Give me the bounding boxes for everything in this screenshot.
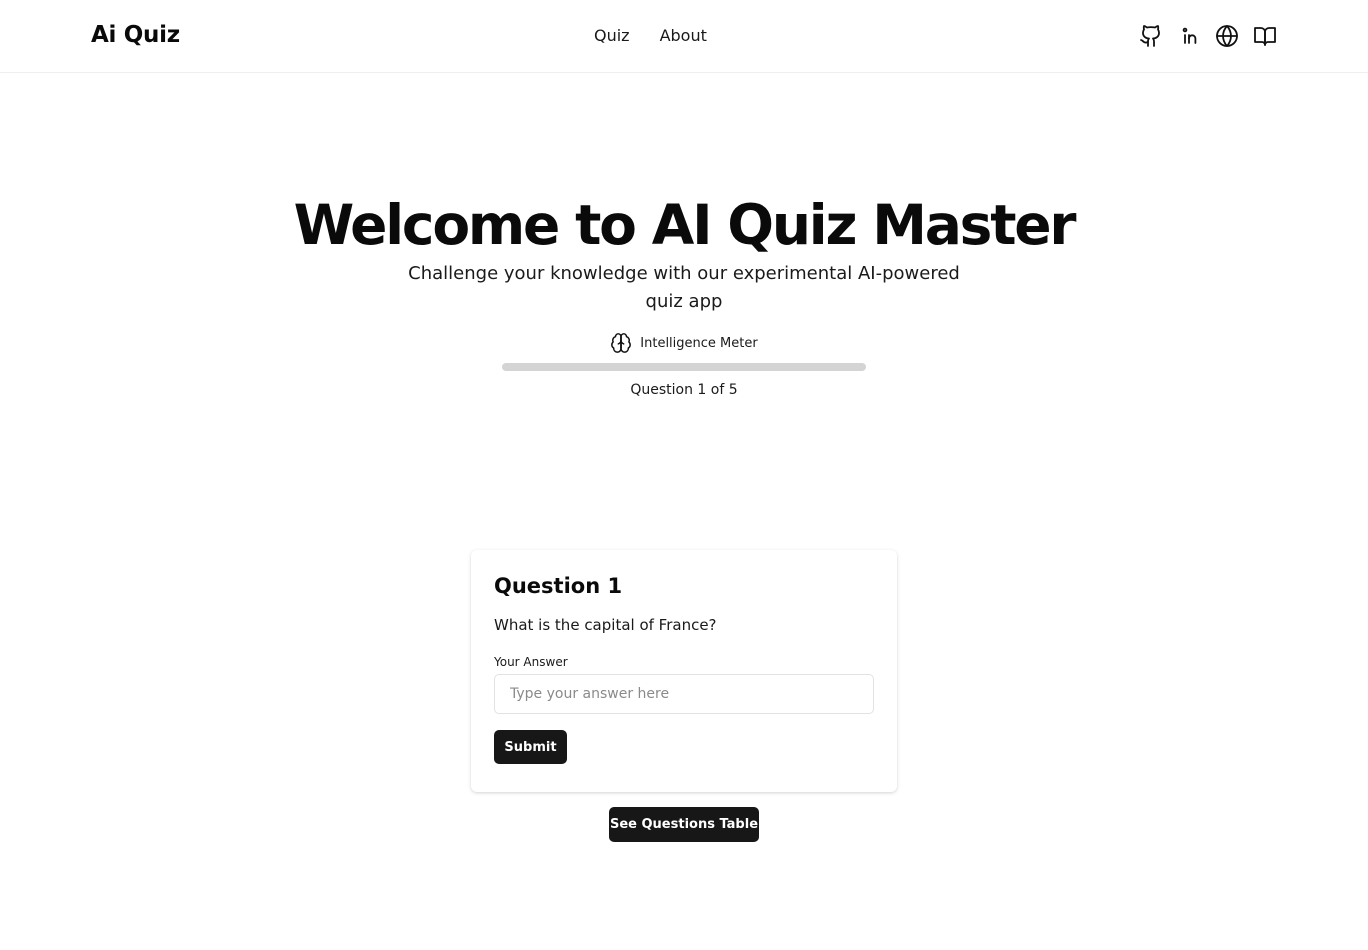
intelligence-meter-label: Intelligence Meter: [640, 335, 758, 351]
intelligence-progress-bar: [502, 363, 866, 371]
submit-button[interactable]: Submit: [494, 730, 567, 764]
question-title: Question 1: [494, 574, 623, 598]
book-open-icon[interactable]: [1253, 23, 1277, 49]
brand-logo-text[interactable]: Ai Quiz: [91, 22, 180, 48]
answer-label: Your Answer: [494, 655, 568, 669]
answer-input[interactable]: [494, 674, 874, 714]
hero-section: Welcome to AI Quiz Master Challenge your…: [0, 190, 1368, 398]
see-questions-table-button[interactable]: See Questions Table: [609, 807, 759, 842]
social-links: [1139, 23, 1277, 49]
question-text: What is the capital of France?: [494, 616, 717, 634]
brain-icon: [611, 333, 632, 353]
linkedin-icon[interactable]: [1177, 23, 1201, 49]
question-card: Question 1 What is the capital of France…: [471, 550, 897, 792]
question-counter: Question 1 of 5: [630, 382, 738, 398]
intelligence-meter-header: Intelligence Meter: [0, 332, 1368, 354]
page-title: Welcome to AI Quiz Master: [293, 193, 1077, 257]
nav-link-quiz[interactable]: Quiz: [594, 26, 630, 45]
nav-link-about[interactable]: About: [660, 26, 707, 45]
main-nav: Quiz About: [594, 26, 707, 45]
globe-icon[interactable]: [1215, 23, 1239, 49]
page-subtitle: Challenge your knowledge with our experi…: [408, 263, 960, 312]
top-navbar: Ai Quiz Quiz About: [0, 0, 1368, 73]
github-icon[interactable]: [1139, 23, 1163, 49]
